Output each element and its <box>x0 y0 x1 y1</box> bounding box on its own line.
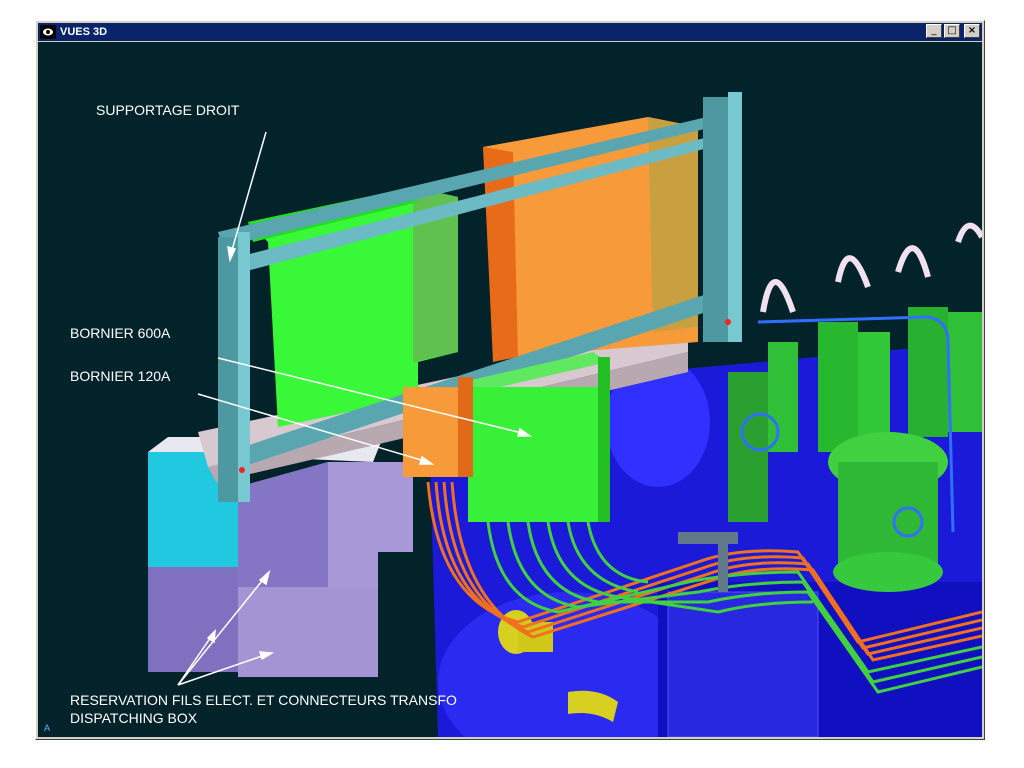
title-buttons: _ □ × <box>926 24 980 38</box>
vues3d-window: VUES 3D _ □ × SUPPORTAGE DROIT BORNIER 6… <box>35 20 985 740</box>
title-bar[interactable]: VUES 3D _ □ × <box>38 23 982 41</box>
label-bornier-600a: BORNIER 600A <box>70 325 171 341</box>
label-reservation-line2: DISPATCHING BOX <box>70 710 198 726</box>
3d-scene <box>148 92 982 737</box>
eye-icon[interactable] <box>40 25 56 39</box>
label-bornier-120a: BORNIER 120A <box>70 368 171 384</box>
reservation-box <box>148 437 413 677</box>
minimize-button[interactable]: _ <box>926 24 942 38</box>
close-button[interactable]: × <box>964 24 980 38</box>
axis-marker: A <box>44 723 51 733</box>
label-reservation-line1: RESERVATION FILS ELECT. ET CONNECTEURS T… <box>70 692 457 708</box>
bornier-120a-block <box>403 377 473 477</box>
window-title: VUES 3D <box>60 26 108 38</box>
3d-viewport[interactable]: SUPPORTAGE DROIT BORNIER 600A BORNIER 12… <box>38 42 982 737</box>
maximize-button[interactable]: □ <box>944 24 960 38</box>
label-supportage-droit: SUPPORTAGE DROIT <box>96 102 240 118</box>
